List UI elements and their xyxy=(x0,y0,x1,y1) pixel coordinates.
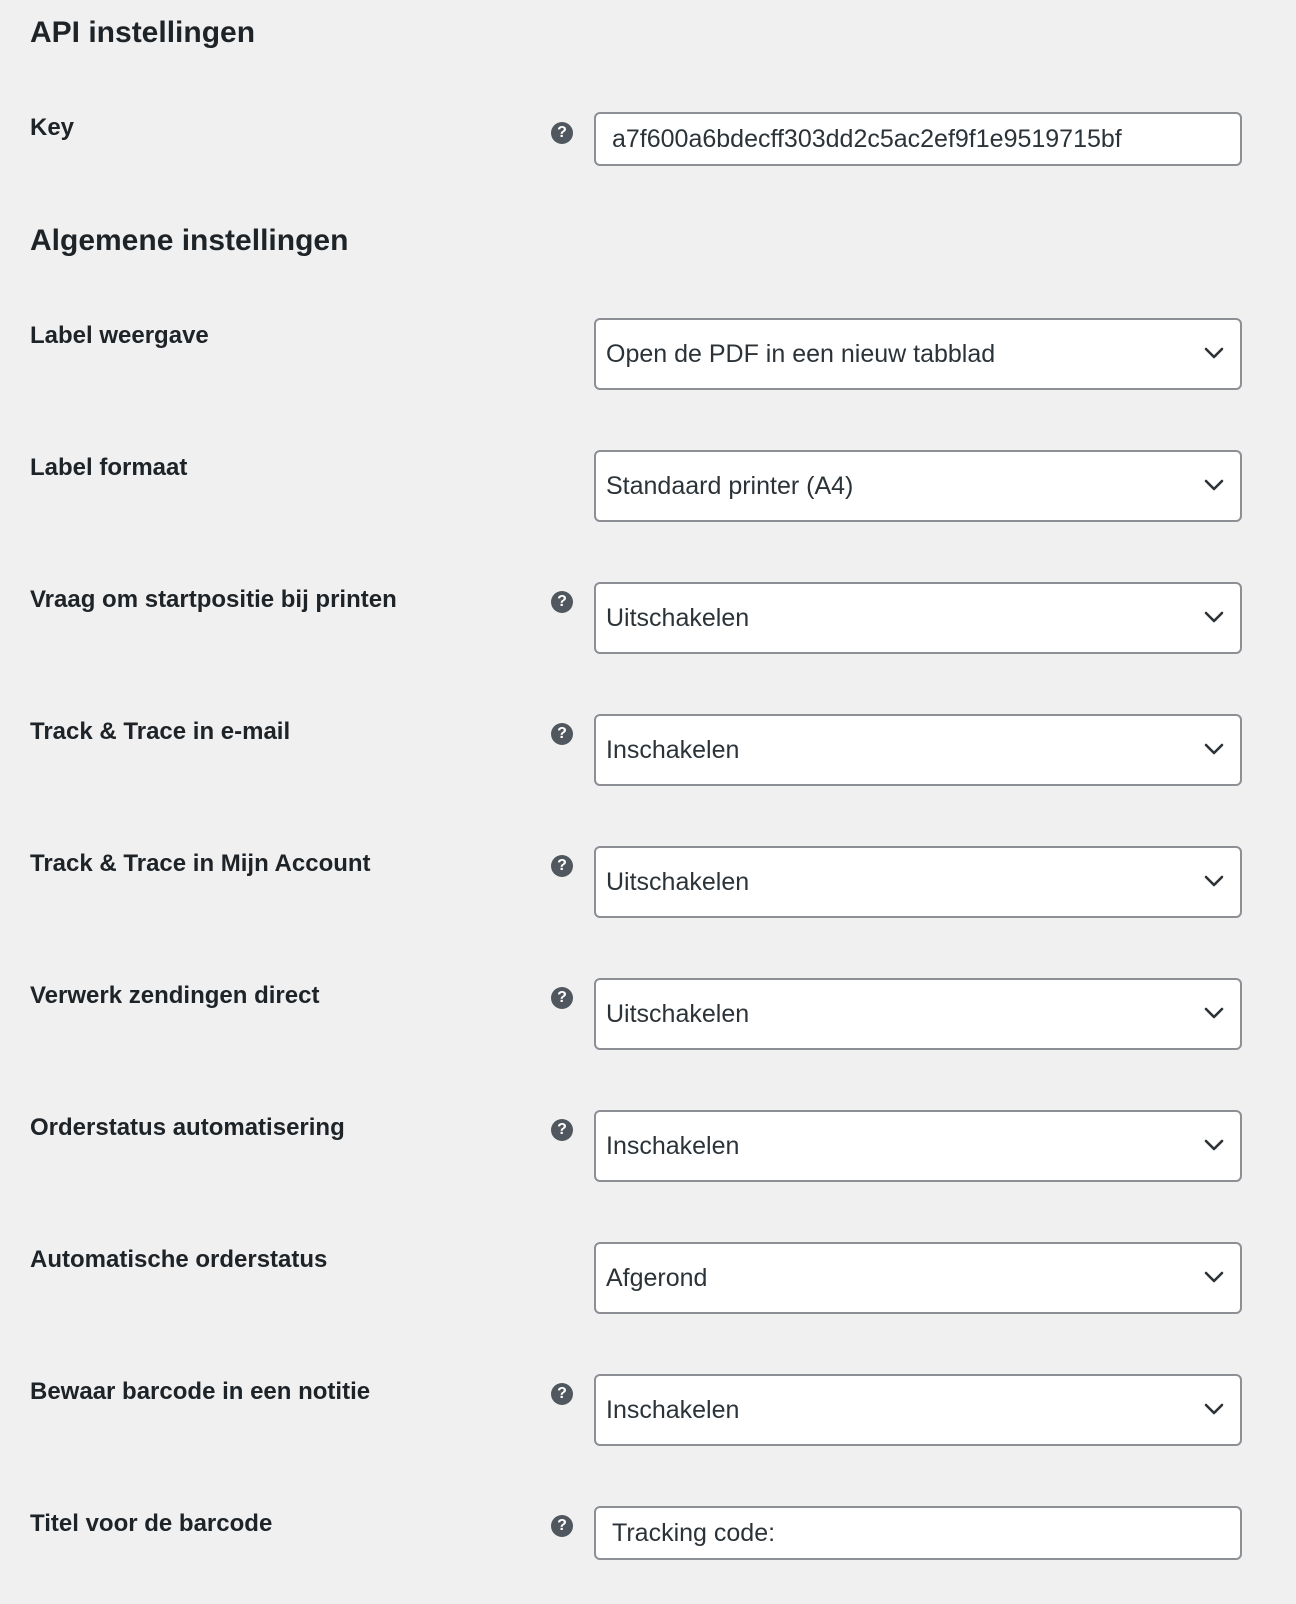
orderstatus-auto-select[interactable]: Inschakelen xyxy=(594,1110,1242,1182)
verwerk-row: Verwerk zendingen direct ? Uitschakelen xyxy=(0,978,1296,1050)
orderstatus-auto-row: Orderstatus automatisering ? Inschakelen xyxy=(0,1110,1296,1182)
select-value: Uitschakelen xyxy=(606,604,750,632)
select-value: Uitschakelen xyxy=(606,1000,750,1028)
label-formaat-row: Label formaat Standaard printer (A4) xyxy=(0,450,1296,522)
api-key-input[interactable] xyxy=(594,112,1242,166)
help-icon[interactable]: ? xyxy=(551,1515,573,1537)
label-formaat-label: Label formaat xyxy=(30,454,188,481)
chevron-down-icon xyxy=(1204,1403,1224,1415)
select-value: Open de PDF in een nieuw tabblad xyxy=(606,340,996,368)
chevron-down-icon xyxy=(1204,875,1224,887)
chevron-down-icon xyxy=(1204,1271,1224,1283)
chevron-down-icon xyxy=(1204,743,1224,755)
help-icon[interactable]: ? xyxy=(551,723,573,745)
select-value: Uitschakelen xyxy=(606,868,750,896)
tt-email-select[interactable]: Inschakelen xyxy=(594,714,1242,786)
verwerk-select[interactable]: Uitschakelen xyxy=(594,978,1242,1050)
barcode-titel-row: Titel voor de barcode ? xyxy=(0,1506,1296,1578)
help-icon[interactable]: ? xyxy=(551,987,573,1009)
barcode-titel-input[interactable] xyxy=(594,1506,1242,1560)
chevron-down-icon xyxy=(1204,1139,1224,1151)
barcode-notitie-label: Bewaar barcode in een notitie xyxy=(30,1378,371,1405)
select-value: Inschakelen xyxy=(606,1396,740,1424)
chevron-down-icon xyxy=(1204,611,1224,623)
tt-email-row: Track & Trace in e-mail ? Inschakelen xyxy=(0,714,1296,786)
key-row: Key ? xyxy=(0,112,1296,184)
startpositie-row: Vraag om startpositie bij printen ? Uits… xyxy=(0,582,1296,654)
general-settings-heading: Algemene instellingen xyxy=(30,224,349,257)
select-value: Afgerond xyxy=(606,1264,708,1292)
verwerk-label: Verwerk zendingen direct xyxy=(30,982,320,1009)
help-icon[interactable]: ? xyxy=(551,1119,573,1141)
api-settings-heading: API instellingen xyxy=(30,16,256,49)
startpositie-select[interactable]: Uitschakelen xyxy=(594,582,1242,654)
tt-account-row: Track & Trace in Mijn Account ? Uitschak… xyxy=(0,846,1296,918)
chevron-down-icon xyxy=(1204,479,1224,491)
orderstatus-auto-label: Orderstatus automatisering xyxy=(30,1114,345,1141)
label-formaat-select[interactable]: Standaard printer (A4) xyxy=(594,450,1242,522)
tt-account-label: Track & Trace in Mijn Account xyxy=(30,850,371,877)
tt-account-select[interactable]: Uitschakelen xyxy=(594,846,1242,918)
auto-orderstatus-label: Automatische orderstatus xyxy=(30,1246,328,1273)
select-value: Inschakelen xyxy=(606,736,740,764)
auto-orderstatus-row: Automatische orderstatus Afgerond xyxy=(0,1242,1296,1314)
label-weergave-label: Label weergave xyxy=(30,322,209,349)
help-icon[interactable]: ? xyxy=(551,855,573,877)
help-icon[interactable]: ? xyxy=(551,591,573,613)
select-value: Standaard printer (A4) xyxy=(606,472,854,500)
help-icon[interactable]: ? xyxy=(551,1383,573,1405)
key-label: Key xyxy=(30,114,75,141)
help-icon[interactable]: ? xyxy=(551,122,573,144)
barcode-titel-label: Titel voor de barcode xyxy=(30,1510,273,1537)
barcode-notitie-row: Bewaar barcode in een notitie ? Inschake… xyxy=(0,1374,1296,1446)
label-weergave-row: Label weergave Open de PDF in een nieuw … xyxy=(0,318,1296,390)
chevron-down-icon xyxy=(1204,347,1224,359)
label-weergave-select[interactable]: Open de PDF in een nieuw tabblad xyxy=(594,318,1242,390)
select-value: Inschakelen xyxy=(606,1132,740,1160)
auto-orderstatus-select[interactable]: Afgerond xyxy=(594,1242,1242,1314)
chevron-down-icon xyxy=(1204,1007,1224,1019)
startpositie-label: Vraag om startpositie bij printen xyxy=(30,586,397,613)
barcode-notitie-select[interactable]: Inschakelen xyxy=(594,1374,1242,1446)
tt-email-label: Track & Trace in e-mail xyxy=(30,718,291,745)
